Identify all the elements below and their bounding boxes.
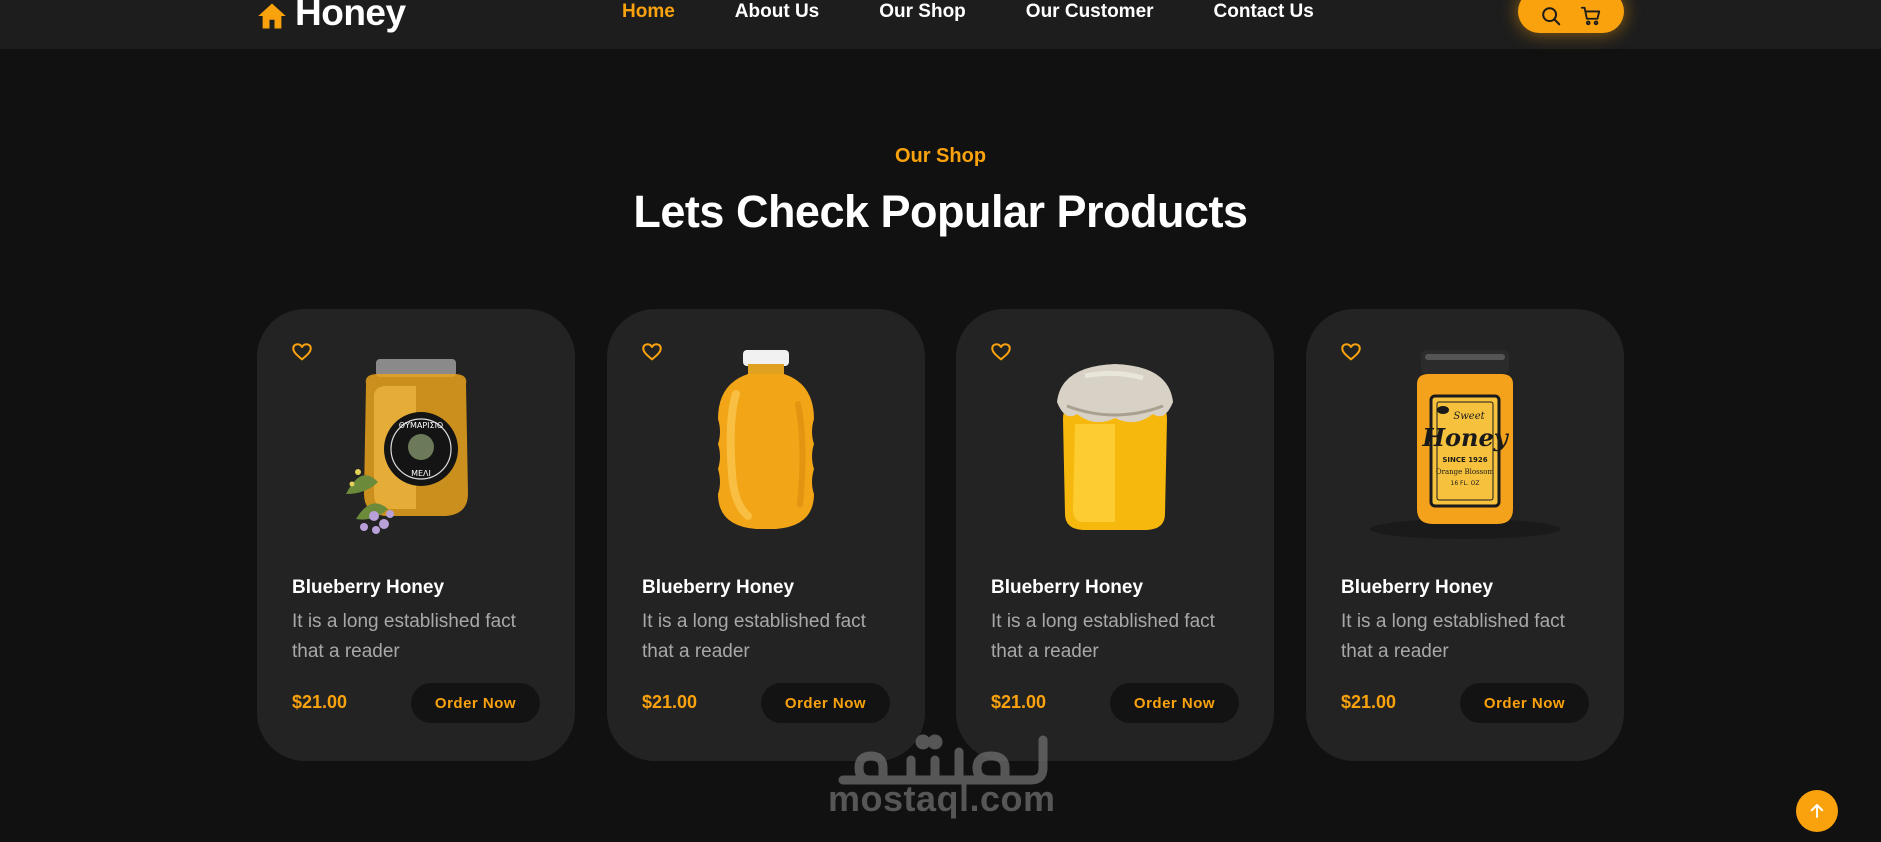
home-icon [258, 3, 286, 28]
jar-label-bottom: ΜΕΛΙ [411, 469, 431, 478]
jar-label-top: ΘΥΜΑΡΙΣΙΟ [399, 421, 443, 430]
product-description: It is a long established fact that a rea… [292, 611, 516, 662]
heart-icon[interactable] [641, 341, 663, 363]
jar-label-sweet: Sweet [1453, 411, 1485, 422]
product-image-round-jar: ΘΥΜΑΡΙΣΙΟ ΜΕΛΙ [346, 359, 468, 534]
cart-icon[interactable] [1580, 5, 1602, 27]
arrow-up-icon [1810, 804, 1824, 818]
product-name: Blueberry Honey [991, 577, 1144, 598]
heart-icon[interactable] [1340, 341, 1362, 363]
nav-item-our-shop[interactable]: Our Shop [879, 0, 966, 24]
product-image-squeeze-bottle [718, 350, 814, 529]
jar-label-size: 16 FL. OZ [1451, 480, 1480, 487]
product-name: Blueberry Honey [292, 577, 445, 598]
search-icon[interactable] [1540, 5, 1562, 27]
main-nav: Home About Us Our Shop Our Customer Cont… [622, 0, 1314, 24]
header-actions [1518, 0, 1624, 33]
nav-item-home[interactable]: Home [622, 0, 675, 24]
order-now-button[interactable]: Order Now [761, 683, 890, 723]
product-card: Sweet Honey SINCE 1926 Orange Blossom 16… [1306, 309, 1624, 761]
product-price: $21.00 [1341, 692, 1397, 712]
nav-item-about-us[interactable]: About Us [735, 0, 819, 24]
product-description: It is a long established fact that a rea… [991, 611, 1215, 662]
nav-item-contact-us[interactable]: Contact Us [1214, 0, 1314, 24]
watermark: mostaql.com [828, 730, 1056, 819]
jar-label-since: SINCE 1926 [1442, 456, 1487, 464]
product-image-cloth-cover-jar [1057, 364, 1173, 530]
product-description: It is a long established fact that a rea… [642, 611, 866, 662]
section-title: Lets Check Popular Products [633, 186, 1248, 237]
product-price: $21.00 [292, 692, 348, 712]
order-now-button[interactable]: Order Now [1460, 683, 1589, 723]
product-name: Blueberry Honey [642, 577, 795, 598]
jar-label-honey: Honey [1421, 423, 1509, 452]
product-price: $21.00 [642, 692, 698, 712]
order-now-button[interactable]: Order Now [411, 683, 540, 723]
product-card: ΘΥΜΑΡΙΣΙΟ ΜΕΛΙ Blueberry Honey It is a l… [257, 309, 575, 761]
order-now-button[interactable]: Order Now [1110, 683, 1239, 723]
heart-icon[interactable] [291, 341, 313, 363]
product-image-labeled-jar: Sweet Honey SINCE 1926 Orange Blossom 16… [1370, 350, 1560, 539]
nav-item-our-customer[interactable]: Our Customer [1026, 0, 1154, 24]
product-price: $21.00 [991, 692, 1047, 712]
product-name: Blueberry Honey [1341, 577, 1494, 598]
section-kicker: Our Shop [894, 145, 987, 167]
heart-icon[interactable] [990, 341, 1012, 363]
product-description: It is a long established fact that a rea… [1341, 611, 1565, 662]
product-card: Blueberry Honey It is a long established… [956, 309, 1274, 761]
site-header: Honey Home About Us Our Shop Our Custome… [0, 0, 1881, 49]
back-to-top-button[interactable] [1796, 790, 1838, 832]
watermark-text: mostaql.com [828, 778, 1056, 819]
jar-label-variety: Orange Blossom [1436, 468, 1495, 476]
brand-name: Honey [295, 0, 406, 33]
product-card: Blueberry Honey It is a long established… [607, 309, 925, 761]
brand-logo[interactable]: Honey [257, 0, 406, 34]
